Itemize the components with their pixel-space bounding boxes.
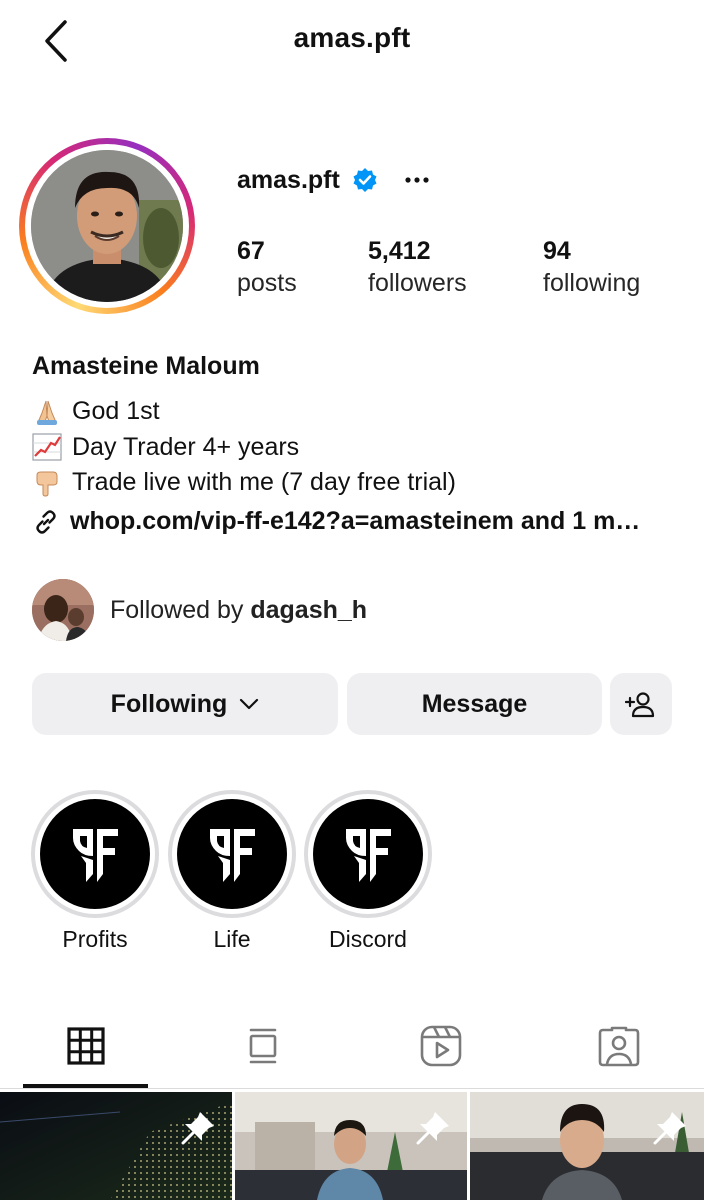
divider	[0, 1088, 704, 1089]
chart-increasing-icon	[32, 432, 62, 462]
avatar-portrait	[31, 150, 183, 302]
tab-reels[interactable]	[378, 1006, 503, 1086]
username-row: amas.pft	[237, 160, 432, 200]
post-thumbnail[interactable]	[0, 1092, 232, 1200]
verified-badge-icon	[352, 167, 378, 193]
more-options-button[interactable]	[402, 165, 432, 195]
top-bar: amas.pft	[0, 0, 704, 84]
pin-icon	[181, 1112, 214, 1145]
pin-icon	[416, 1112, 449, 1145]
grid-icon	[66, 1027, 105, 1065]
pf-logo-icon	[177, 799, 287, 909]
bio-text: Day Trader 4+ years	[72, 432, 300, 461]
stat-posts-value: 67	[237, 237, 265, 265]
highlight-ring	[31, 790, 159, 918]
stat-following-label: following	[543, 269, 641, 297]
stat-posts[interactable]: 67 posts	[237, 236, 297, 300]
bio-line: Day Trader 4+ years	[32, 430, 456, 466]
pointing-down-icon	[32, 468, 62, 498]
more-horizontal-icon	[405, 177, 429, 183]
avatar	[31, 150, 183, 302]
highlight-profits[interactable]: Profits	[31, 790, 159, 953]
stat-following[interactable]: 94 following	[543, 236, 640, 300]
tab-feed[interactable]	[200, 1006, 325, 1086]
bio-line: God 1st	[32, 394, 456, 430]
bio-text: Trade live with me (7 day free trial)	[72, 468, 456, 496]
stat-followers-label: followers	[368, 269, 467, 297]
highlight-discord[interactable]: Discord	[304, 790, 432, 953]
tab-tagged[interactable]	[556, 1006, 681, 1086]
folded-hands-icon	[32, 397, 62, 427]
stat-following-value: 94	[543, 237, 571, 265]
feed-icon	[249, 1028, 276, 1064]
tab-posts-grid[interactable]	[23, 1006, 148, 1086]
message-button[interactable]: Message	[347, 673, 602, 735]
chevron-down-icon	[240, 698, 259, 710]
stat-followers-value: 5,412	[368, 237, 431, 265]
reels-icon	[420, 1025, 461, 1067]
pf-logo-icon	[313, 799, 423, 909]
highlight-label: Discord	[329, 926, 407, 952]
followed-by-prefix: Followed by	[110, 595, 251, 624]
full-name: Amasteine Maloum	[32, 352, 260, 380]
following-button-label: Following	[110, 689, 228, 718]
add-person-icon	[625, 692, 655, 718]
bio-text: God 1st	[72, 397, 160, 425]
bio-line: Trade live with me (7 day free trial)	[32, 465, 456, 501]
bio: God 1st Day Trader 4+ years Trade live w…	[32, 394, 456, 501]
tagged-icon	[598, 1026, 639, 1067]
add-user-button[interactable]	[610, 673, 672, 735]
bio-link[interactable]: whop.com/vip-ff-e142?a=amasteinem and 1 …	[32, 507, 677, 536]
highlight-life[interactable]: Life	[168, 790, 296, 953]
followed-by-text: Followed by dagash_h	[110, 596, 367, 625]
followed-by[interactable]: Followed by dagash_h	[32, 579, 367, 641]
page-title: amas.pft	[293, 22, 411, 53]
post-thumbnail[interactable]	[235, 1092, 467, 1200]
message-button-label: Message	[421, 689, 528, 718]
bio-link-text[interactable]: whop.com/vip-ff-e142?a=amasteinem and 1 …	[70, 507, 670, 536]
link-icon	[36, 509, 56, 534]
highlight-ring	[304, 790, 432, 918]
highlight-label: Profits	[62, 926, 128, 952]
highlight-label: Life	[213, 926, 251, 952]
profile-avatar[interactable]	[19, 138, 195, 314]
followed-by-name[interactable]: dagash_h	[250, 596, 367, 624]
following-button[interactable]: Following	[32, 673, 338, 735]
pf-logo-icon	[40, 799, 150, 909]
pin-icon	[653, 1112, 686, 1145]
stat-followers[interactable]: 5,412 followers	[368, 236, 467, 300]
highlight-ring	[168, 790, 296, 918]
avatar	[32, 579, 94, 641]
post-thumbnail[interactable]	[470, 1092, 704, 1200]
stat-posts-label: posts	[237, 269, 297, 297]
username: amas.pft	[237, 165, 340, 194]
